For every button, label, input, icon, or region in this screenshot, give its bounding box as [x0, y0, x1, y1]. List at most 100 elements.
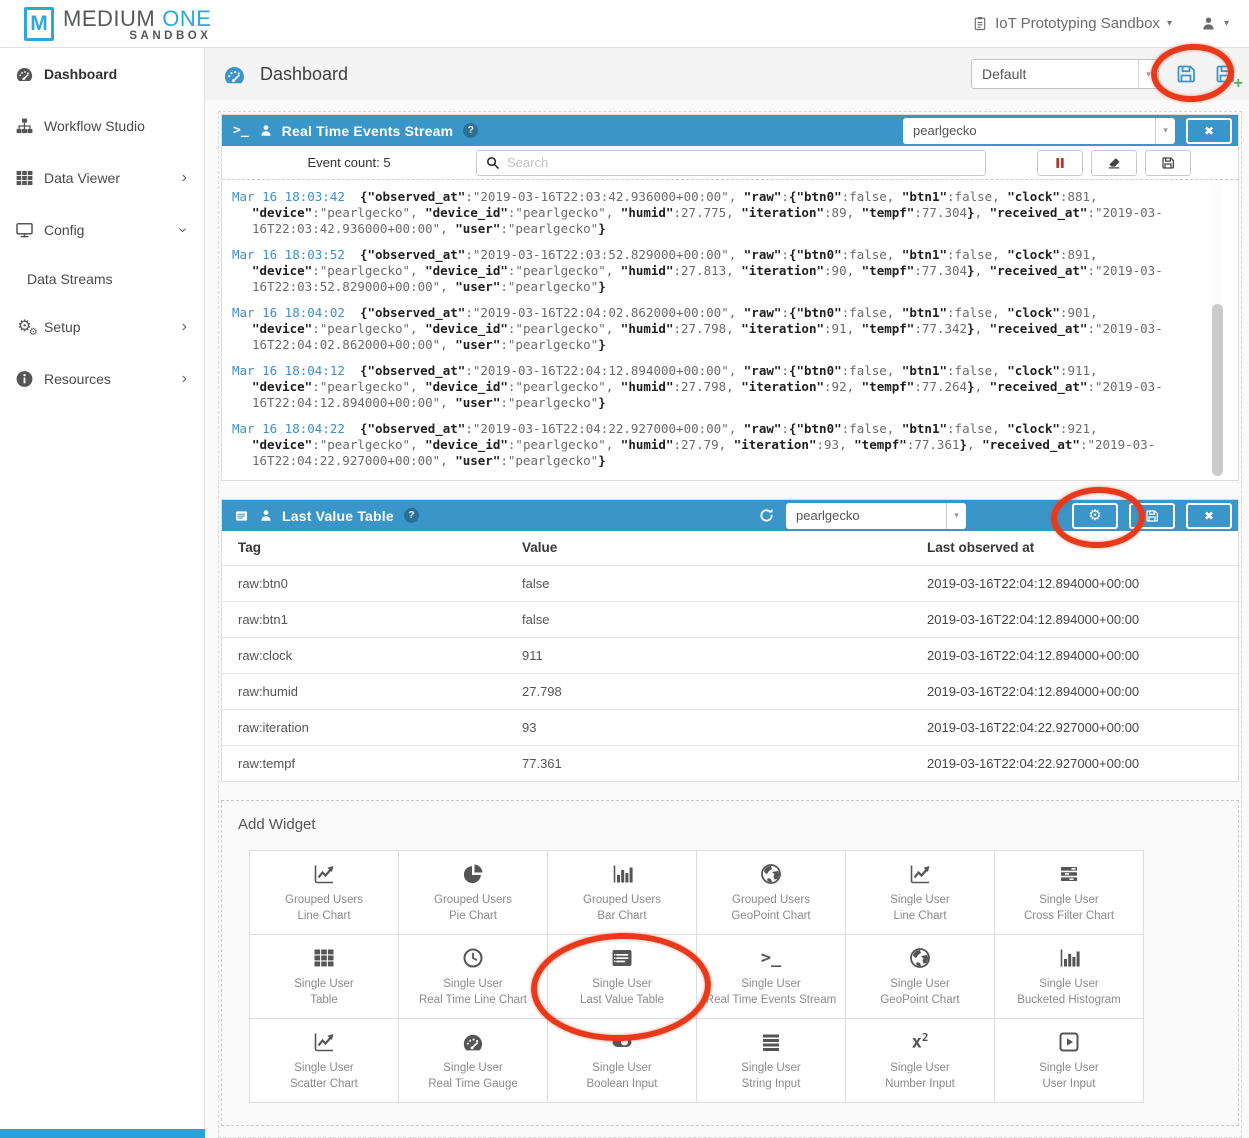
table-cell: 27.798 [522, 673, 927, 709]
add-widget-single-user-number-input[interactable]: x2Single UserNumber Input [846, 1019, 995, 1103]
events-device-select[interactable]: pearlgecko ▾ [903, 118, 1175, 144]
widget-title: Real Time Events Stream [282, 123, 454, 139]
log-timestamp: Mar 16 18:03:42 [232, 189, 345, 204]
widget-option-label: Single UserString Input [741, 1060, 800, 1092]
widget-option-label: Single UserTable [294, 976, 353, 1008]
add-widget-single-user-user-input[interactable]: Single UserUser Input [995, 1019, 1144, 1103]
crossfilter-icon [1054, 861, 1084, 887]
sidebar-item-label: Workflow Studio [44, 118, 145, 134]
chevron-right-icon: › [182, 371, 187, 387]
info-icon [14, 369, 35, 389]
log-entry: Mar 16 18:03:52 {"observed_at":"2019-03-… [232, 247, 1163, 295]
refresh-icon[interactable] [758, 507, 775, 524]
chevron-right-icon: › [182, 319, 187, 335]
save-stream-button[interactable] [1145, 150, 1191, 176]
close-icon: ✖ [1204, 510, 1214, 522]
table-row: raw:humid27.7982019-03-16T22:04:12.89400… [222, 673, 1238, 709]
clear-stream-button[interactable] [1091, 150, 1137, 176]
search-box [476, 150, 986, 176]
add-widget-grouped-users-line-chart[interactable]: Grouped UsersLine Chart [250, 851, 399, 935]
add-widget-single-user-real-time-events-stream[interactable]: >_Single UserReal Time Events Stream [697, 935, 846, 1019]
add-widget-single-user-real-time-gauge[interactable]: Single UserReal Time Gauge [399, 1019, 548, 1103]
tablegrid-icon [309, 945, 339, 971]
widget-option-label: Single UserNumber Input [885, 1060, 955, 1092]
sidebar-item-label: Data Viewer [44, 170, 120, 186]
clock-icon [458, 945, 488, 971]
sidebar-item-label: Data Streams [27, 271, 113, 287]
dashboard-select[interactable]: Default ▾ [971, 59, 1159, 89]
gear-icon: ⚙ [1088, 508, 1101, 523]
table-row: raw:tempf77.3612019-03-16T22:04:22.92700… [222, 745, 1238, 781]
sidebar-item-config[interactable]: Config› [0, 204, 204, 256]
widget-option-label: Grouped UsersGeoPoint Chart [731, 892, 810, 924]
real-time-events-stream-widget: >_ Real Time Events Stream ? pearlgecko … [221, 114, 1239, 481]
sidebar-item-resources[interactable]: Resources› [0, 353, 204, 405]
sidebar-item-data-streams[interactable]: Data Streams [0, 256, 204, 301]
terminal-icon: >_ [233, 123, 249, 138]
last-value-device-select[interactable]: pearlgecko ▾ [786, 503, 966, 529]
hlines-icon [756, 1029, 786, 1055]
table-cell: 911 [522, 637, 927, 673]
close-icon: ✖ [1204, 125, 1214, 137]
widget-title: Last Value Table [282, 508, 394, 524]
table-row: raw:btn1false2019-03-16T22:04:12.894000+… [222, 601, 1238, 637]
add-widget-grouped-users-bar-chart[interactable]: Grouped UsersBar Chart [548, 851, 697, 935]
add-widget-single-user-table[interactable]: Single UserTable [250, 935, 399, 1019]
chevron-down-icon: ▾ [1155, 118, 1175, 144]
log-entry: Mar 16 18:04:22 {"observed_at":"2019-03-… [232, 421, 1163, 469]
help-icon[interactable]: ? [404, 508, 419, 523]
dashboard-content: >_ Real Time Events Stream ? pearlgecko … [218, 111, 1242, 1138]
column-header-tag: Tag [222, 531, 522, 565]
logo-m-icon: M [24, 7, 54, 41]
table-row: raw:clock9112019-03-16T22:04:12.894000+0… [222, 637, 1238, 673]
sidebar-item-workflow-studio[interactable]: Workflow Studio [0, 100, 204, 152]
brand-sub: SANDBOX [129, 30, 211, 42]
log-entry: Mar 16 18:04:02 {"observed_at":"2019-03-… [232, 305, 1163, 353]
add-widget-single-user-real-time-line-chart[interactable]: Single UserReal Time Line Chart [399, 935, 548, 1019]
floppy-icon [1144, 508, 1160, 524]
search-input[interactable] [507, 155, 985, 170]
add-widget-single-user-string-input[interactable]: Single UserString Input [697, 1019, 846, 1103]
globe-icon [905, 945, 935, 971]
add-widget-grouped-users-pie-chart[interactable]: Grouped UsersPie Chart [399, 851, 548, 935]
brand-logo[interactable]: M MEDIUM ONE SANDBOX [24, 6, 211, 42]
playsquare-icon [1054, 1029, 1084, 1055]
save-dashboard-button[interactable] [1174, 62, 1198, 86]
sidebar-item-data-viewer[interactable]: Data Viewer› [0, 152, 204, 204]
close-events-widget-button[interactable]: ✖ [1186, 118, 1232, 144]
add-widget-single-user-boolean-input[interactable]: Single UserBoolean Input [548, 1019, 697, 1103]
table-header-row: TagValueLast observed at [222, 531, 1238, 565]
add-widget-label: Add Widget [238, 816, 1238, 833]
widget-settings-button[interactable]: ⚙ [1072, 503, 1118, 529]
add-widget-single-user-cross-filter-chart[interactable]: Single UserCross Filter Chart [995, 851, 1144, 935]
add-widget-single-user-last-value-table[interactable]: Single UserLast Value Table [548, 935, 697, 1019]
log-timestamp: Mar 16 18:04:12 [232, 363, 345, 378]
add-widget-single-user-line-chart[interactable]: Single UserLine Chart [846, 851, 995, 935]
log-timestamp: Mar 16 18:04:22 [232, 421, 345, 436]
pause-stream-button[interactable] [1037, 150, 1083, 176]
log-entry: Mar 16 18:03:42 {"observed_at":"2019-03-… [232, 189, 1163, 237]
user-menu[interactable]: ▾ [1200, 15, 1229, 32]
table-cell: raw:btn1 [222, 601, 522, 637]
table-row: raw:iteration932019-03-16T22:04:22.92700… [222, 709, 1238, 745]
sidebar-item-label: Setup [44, 319, 81, 335]
add-widget-single-user-bucketed-histogram[interactable]: Single UserBucketed Histogram [995, 935, 1144, 1019]
clipboard-icon [972, 15, 988, 32]
save-as-new-dashboard-button[interactable]: + [1213, 62, 1237, 86]
widget-option-label: Single UserBucketed Histogram [1017, 976, 1121, 1008]
add-widget-single-user-geopoint-chart[interactable]: Single UserGeoPoint Chart [846, 935, 995, 1019]
help-icon[interactable]: ? [463, 123, 478, 138]
monitor-icon [14, 220, 35, 240]
terminal-icon: >_ [756, 945, 786, 971]
last-value-table-widget: Last Value Table ? pearlgecko ▾ ⚙ [221, 499, 1239, 782]
add-widget-single-user-scatter-chart[interactable]: Single UserScatter Chart [250, 1019, 399, 1103]
table-cell: 2019-03-16T22:04:12.894000+00:00 [927, 673, 1238, 709]
close-last-value-widget-button[interactable]: ✖ [1186, 503, 1232, 529]
environment-dropdown[interactable]: IoT Prototyping Sandbox ▾ [972, 15, 1172, 32]
sidebar-item-setup[interactable]: ⚙⚙Setup› [0, 301, 204, 353]
column-header-last-observed-at: Last observed at [927, 531, 1238, 565]
scrollbar-thumb[interactable] [1212, 304, 1223, 476]
sidebar-item-dashboard[interactable]: Dashboard [0, 48, 204, 100]
add-widget-grouped-users-geopoint-chart[interactable]: Grouped UsersGeoPoint Chart [697, 851, 846, 935]
save-widget-button[interactable] [1129, 503, 1175, 529]
